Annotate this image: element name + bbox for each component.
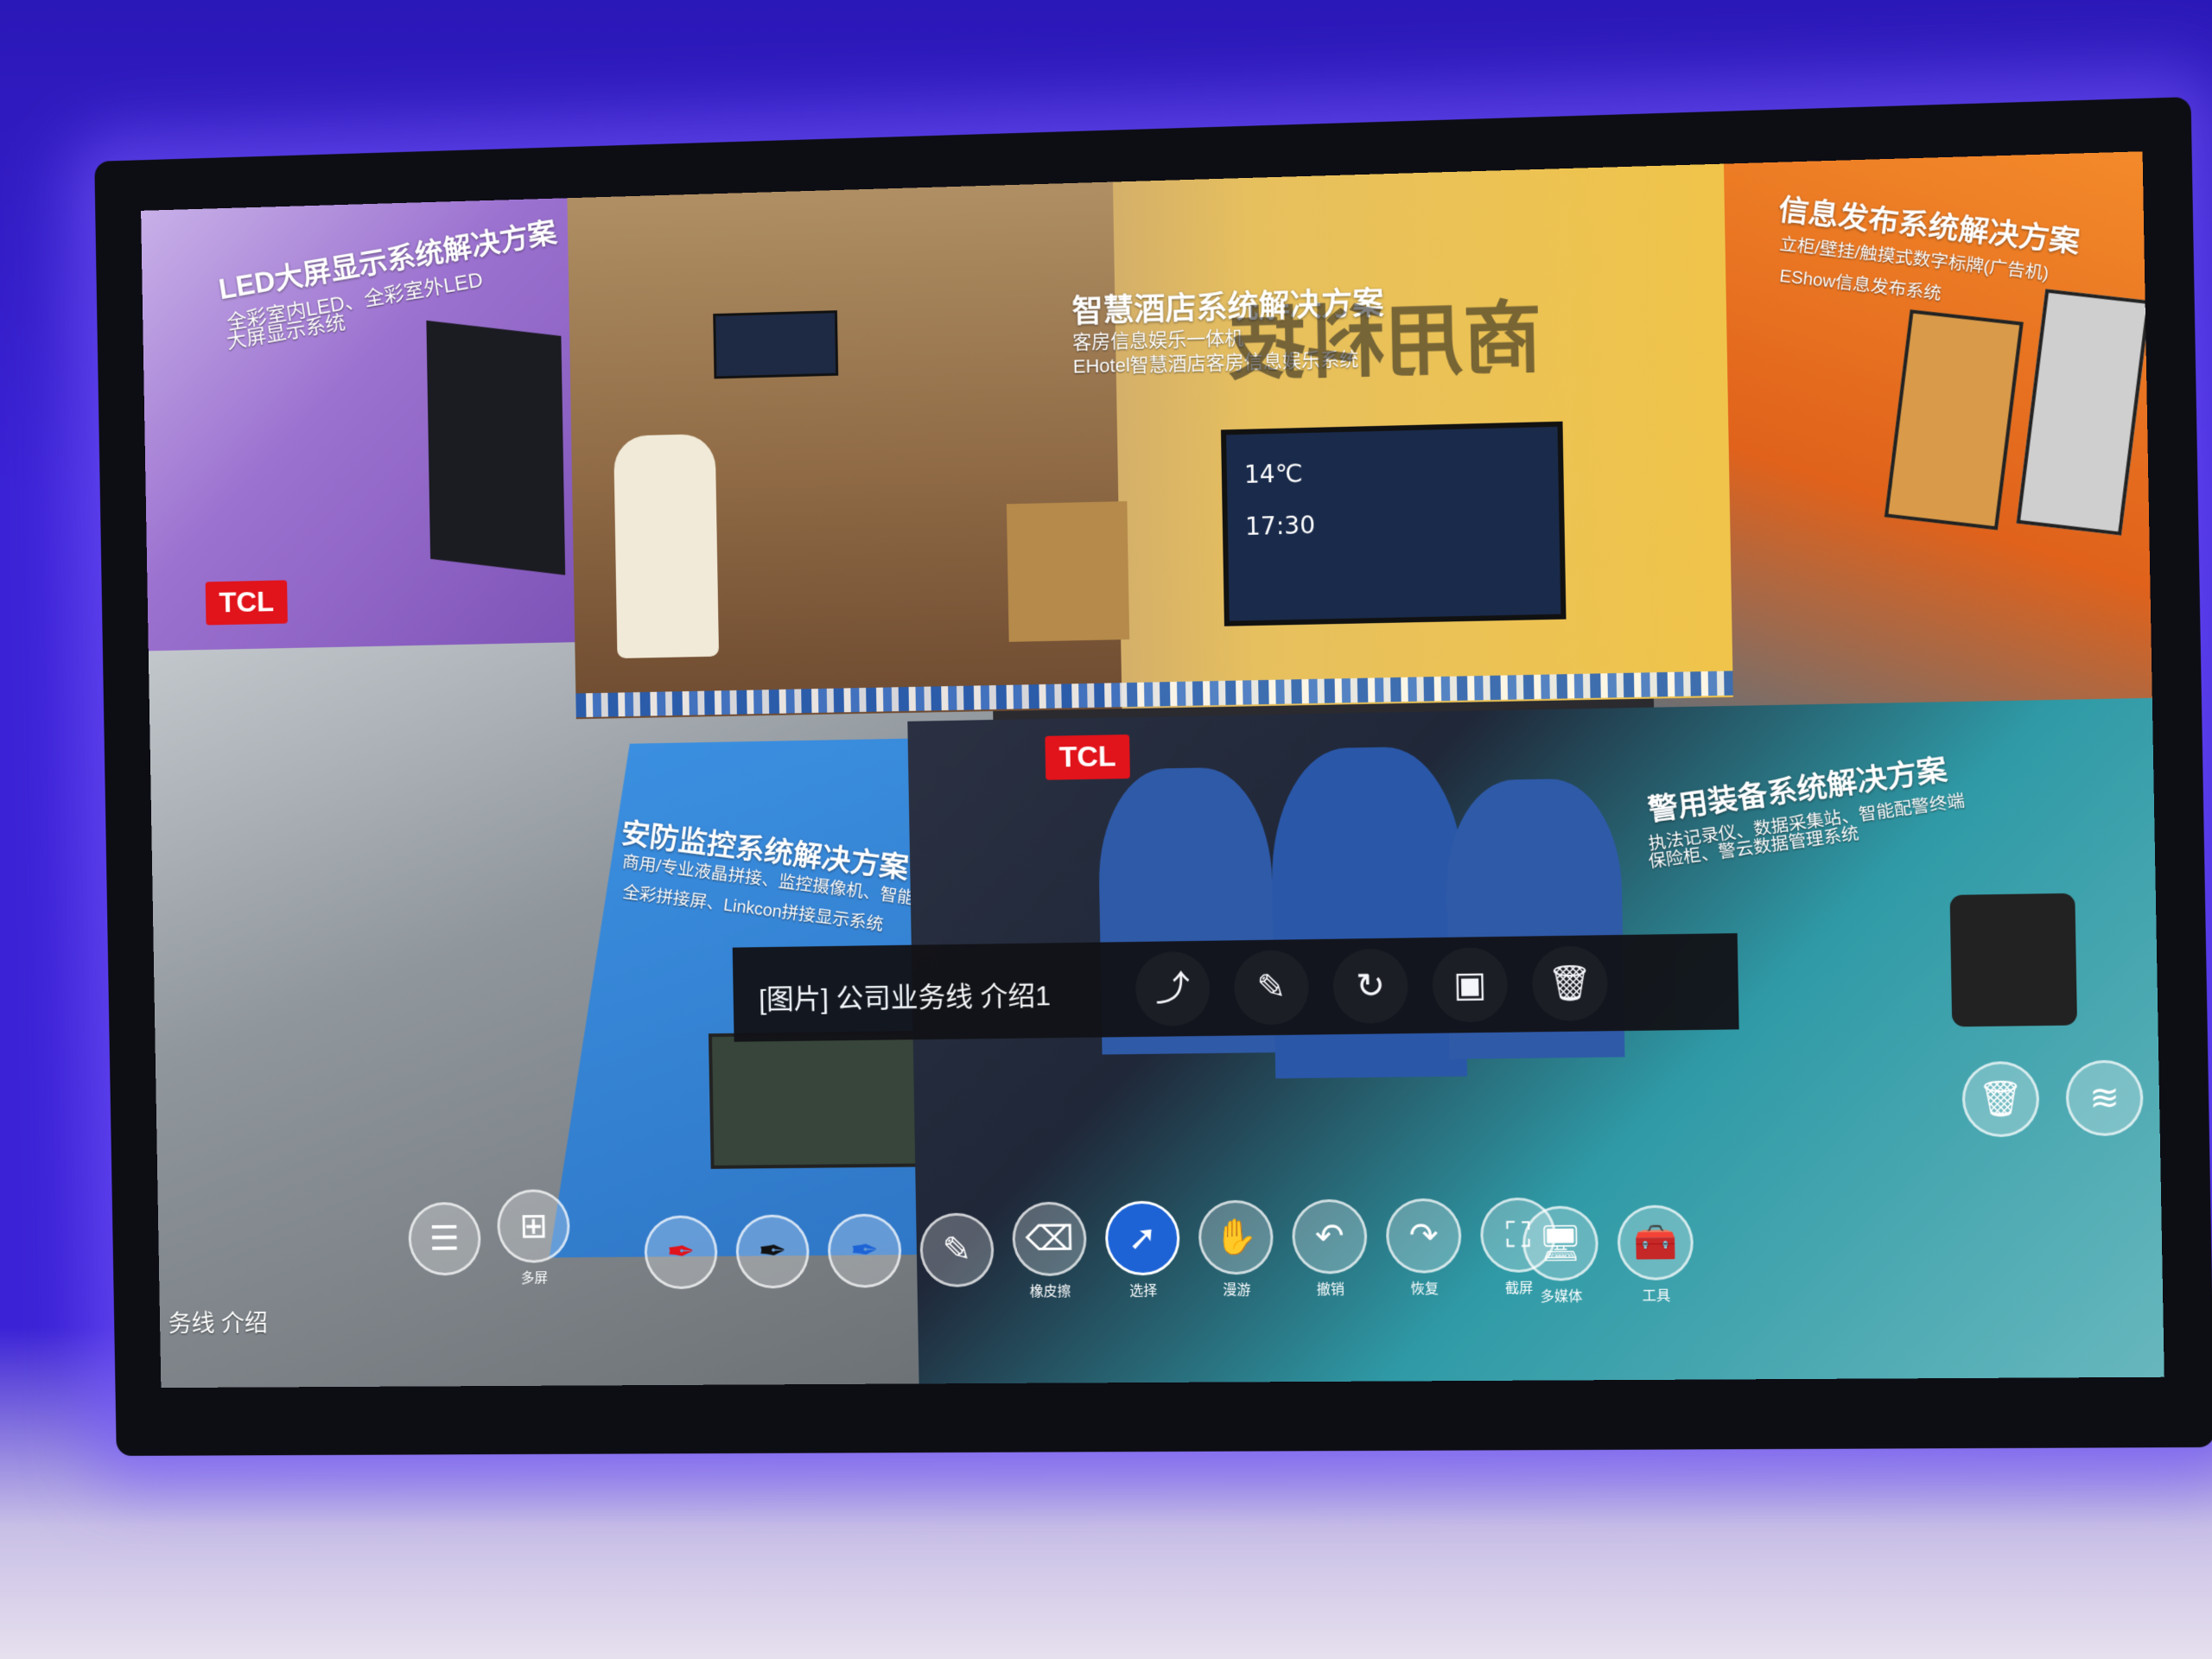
eraser-label: 橡皮擦 (1029, 1284, 1071, 1300)
select-label: 选择 (1129, 1283, 1158, 1300)
pan-label: 漫游 (1223, 1283, 1251, 1299)
media-label: 多媒体 (1540, 1289, 1583, 1305)
hand-icon[interactable]: ✋ (1198, 1199, 1274, 1275)
tcl-logo: TCL (1045, 734, 1131, 780)
black-pen-icon[interactable]: ✒ (735, 1214, 810, 1289)
cursor-icon[interactable]: ➚ (1104, 1200, 1180, 1276)
tile-hotel[interactable]: 14℃ 17:30 智慧酒店系统解决方案 客房信息娱乐一体机 EHotel智慧酒… (567, 155, 1733, 720)
reflected-heading: 商用科技 (1227, 295, 1543, 391)
tools-label: 工具 (1642, 1288, 1671, 1305)
trash-icon[interactable]: 🗑 (1531, 945, 1609, 1022)
bottom-left-toolbar: ☰ ⊞ 多屏 (408, 1189, 571, 1287)
eraser-icon[interactable]: ⌫ (1012, 1201, 1088, 1277)
undo-icon[interactable]: ↶ (1291, 1198, 1368, 1274)
layers-icon[interactable]: ≋ (2065, 1059, 2145, 1137)
multi-screen-label: 多屏 (520, 1271, 549, 1287)
windows-icon[interactable]: ⊞ (496, 1189, 571, 1263)
document-icon[interactable]: ☰ (408, 1201, 482, 1276)
chair-image (613, 433, 720, 658)
trash-icon[interactable]: 🗑 (1961, 1060, 2040, 1138)
bed-image (1006, 501, 1130, 642)
wall-tv-image (713, 310, 839, 379)
save-icon[interactable]: ▣ (1432, 946, 1509, 1023)
redo-icon[interactable]: ↷ (1385, 1198, 1462, 1274)
body-camera-image (1949, 893, 2078, 1027)
tv-time: 17:30 (1244, 511, 1316, 542)
share-icon[interactable]: ⤴ (1135, 950, 1211, 1027)
image-caption-bar: [图片] 公司业务线 介绍1 ⤴ ✎ ↻ ▣ 🗑 (732, 933, 1739, 1042)
rotate-icon[interactable]: ↻ (1332, 948, 1409, 1025)
edit-icon[interactable]: ✎ (1233, 950, 1310, 1026)
bottom-toolbar: ✒ ✒ ✒ ✎ ⌫ 橡皮擦 ➚ 选择 ✋ 漫游 ↶ 撤销 ↷ 恢复 ⛶ 截屏 (644, 1197, 1557, 1303)
left-bottom-caption: 务线 介绍 (168, 1310, 269, 1338)
blue-pen-icon[interactable]: ✒ (827, 1213, 902, 1288)
hotel-tv-image: 14℃ 17:30 (1220, 421, 1567, 626)
tv-temperature: 14℃ (1243, 459, 1303, 489)
bottom-right-toolbar: 🖥 多媒体 🧰 工具 (1522, 1205, 1694, 1306)
toolbox-icon[interactable]: 🧰 (1617, 1205, 1694, 1281)
image-caption: [图片] 公司业务线 介绍1 (758, 980, 1052, 1015)
red-pen-icon[interactable]: ✒ (644, 1215, 718, 1290)
led-cabinet-image (426, 320, 566, 575)
monitor-icon[interactable]: 🖥 (1522, 1205, 1599, 1281)
undo-label: 撤销 (1316, 1282, 1345, 1298)
touch-screen: LED大屏显示系统解决方案 全彩室内LED、全彩室外LED 大屏显示系统 TCL… (141, 151, 2164, 1389)
redo-label: 恢复 (1410, 1281, 1440, 1297)
tile-led[interactable]: LED大屏显示系统解决方案 全彩室内LED、全彩室外LED 大屏显示系统 TCL (141, 196, 618, 685)
pen-icon[interactable]: ✎ (919, 1212, 995, 1287)
tcl-logo: TCL (205, 580, 289, 626)
